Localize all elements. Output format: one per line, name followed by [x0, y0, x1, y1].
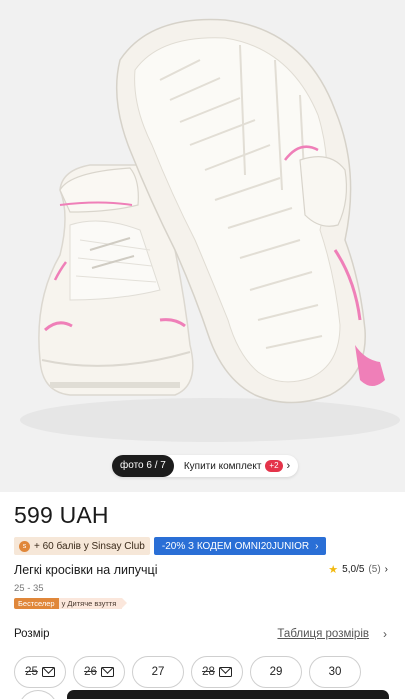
size-option[interactable]: 26: [73, 656, 125, 688]
size-value: 29: [269, 666, 283, 678]
product-rating[interactable]: ★ 5,0/5 (5) ›: [328, 563, 388, 576]
star-icon: ★: [328, 564, 339, 576]
buy-set-link[interactable]: Купити комплект +2 ›: [174, 460, 298, 472]
chevron-right-icon: ›: [286, 460, 291, 472]
add-to-cart-button[interactable]: [67, 690, 389, 699]
bestseller-badge: Бестселер: [14, 598, 59, 609]
size-value: 27: [151, 666, 165, 678]
buy-set-label: Купити комплект: [183, 460, 262, 472]
club-coin-icon: s: [19, 540, 30, 552]
product-name: Легкі кросівки на липучці: [14, 563, 158, 577]
photo-counter: фото 6 / 7: [112, 455, 174, 477]
size-label: Розмір: [14, 628, 50, 640]
rating-value: 5,0/5: [342, 564, 365, 575]
club-points-badge[interactable]: s + 60 балів у Sinsay Club: [14, 537, 150, 555]
size-value: 26: [84, 666, 97, 678]
size-table-link[interactable]: Таблиця розмірів: [277, 628, 369, 640]
shoes-image: [0, 0, 405, 492]
buy-set-badge: +2: [265, 460, 283, 472]
size-option[interactable]: 30: [309, 656, 361, 688]
club-points-text: + 60 балів у Sinsay Club: [34, 540, 145, 552]
promo-row: s + 60 балів у Sinsay Club -20% З КОДЕМ …: [14, 537, 327, 555]
size-option[interactable]: 28: [191, 656, 243, 688]
product-price: 599 UAH: [14, 502, 109, 528]
category-badge[interactable]: у Дитяче взуття: [58, 598, 127, 609]
size-option[interactable]: 27: [132, 656, 184, 688]
size-value: 28: [202, 666, 215, 678]
photo-toolbar: фото 6 / 7 Купити комплект +2 ›: [112, 455, 299, 477]
promo-code-badge[interactable]: -20% З КОДЕМ OMNI20JUNIOR ›: [153, 537, 327, 555]
promo-code-text: -20% З КОДЕМ OMNI20JUNIOR: [161, 540, 310, 552]
size-value: 25: [25, 666, 38, 678]
chevron-right-icon: ›: [383, 627, 387, 641]
envelope-icon: [41, 667, 55, 677]
size-selector: 25 26 27 28 29 30: [14, 656, 361, 688]
chevron-right-icon: ›: [384, 564, 388, 575]
product-photo[interactable]: фото 6 / 7 Купити комплект +2 ›: [0, 0, 405, 492]
envelope-icon: [100, 667, 114, 677]
size-option[interactable]: 25: [14, 656, 66, 688]
chevron-right-icon: ›: [315, 540, 319, 552]
wishlist-button[interactable]: [18, 690, 58, 699]
size-value: 30: [328, 666, 342, 678]
product-tags: Бестселер у Дитяче взуття: [14, 598, 127, 609]
rating-count: (5): [368, 564, 381, 575]
size-range: 25 - 35: [14, 583, 44, 594]
envelope-icon: [218, 667, 232, 677]
size-option[interactable]: 29: [250, 656, 302, 688]
